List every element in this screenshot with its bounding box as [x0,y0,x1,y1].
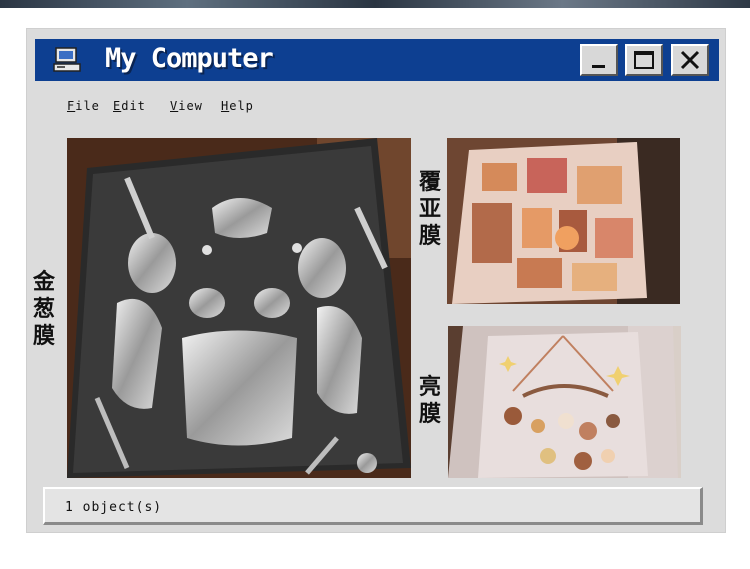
photo-armor-sticker-sheet [67,138,411,478]
maximize-button[interactable] [625,44,663,76]
window: My Computer File Edit View Help 金葱膜 覆亚膜 … [26,28,726,533]
label-gold-glitter-film: 金葱膜 [32,270,55,349]
minimize-icon [592,65,605,68]
photo-matte-sticker-sheet [447,138,680,304]
close-button[interactable] [671,44,709,76]
status-bar: 1 object(s) [43,487,703,525]
menu-file[interactable]: File [67,99,100,113]
menu-help[interactable]: Help [221,99,254,113]
computer-icon [53,47,81,72]
title-bar[interactable]: My Computer [35,39,719,81]
maximize-icon [634,51,654,69]
status-text: 1 object(s) [65,500,163,515]
matte-sticker-image [447,138,680,304]
close-icon [680,50,700,70]
menu-edit[interactable]: Edit [113,99,146,113]
window-title: My Computer [105,43,274,74]
photo-glossy-sticker-sheet [448,326,681,478]
minimize-button[interactable] [580,44,618,76]
menu-view[interactable]: View [170,99,203,113]
glossy-sticker-image [448,326,681,478]
armor-sticker-image [67,138,411,478]
top-edge-strip [0,0,750,8]
label-glossy-film: 亮膜 [418,375,441,427]
label-matte-film: 覆亚膜 [418,170,441,249]
